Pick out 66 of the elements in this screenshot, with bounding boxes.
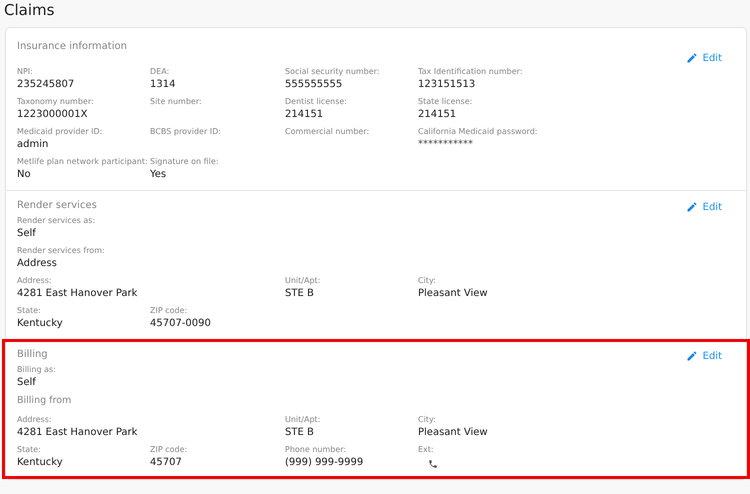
field-label: DEA: <box>150 66 170 78</box>
field-label: Address: <box>17 275 53 287</box>
section-title: Render services <box>17 199 97 213</box>
pencil-icon <box>686 52 698 64</box>
field-label: Dentist license: <box>285 96 348 108</box>
field-value: 4281 East Hanover Park <box>17 426 138 440</box>
edit-button[interactable]: Edit <box>686 350 734 362</box>
field-label: Ext: <box>418 444 435 456</box>
field-label: BCBS provider ID: <box>150 126 222 138</box>
field-value: No <box>17 168 32 182</box>
field-value: Pleasant View <box>418 426 489 440</box>
field-label: State: <box>17 305 42 317</box>
field-value: Self <box>17 227 37 241</box>
field-label: Medicaid provider ID: <box>17 126 104 138</box>
field-label: Metlife plan network participant: <box>17 156 149 168</box>
field-label: City: <box>418 414 437 426</box>
field-value: Self <box>17 376 37 390</box>
edit-button[interactable]: Edit <box>686 201 734 213</box>
field-label: Phone number: <box>285 444 348 456</box>
field-label: Render services as: <box>17 215 96 227</box>
field-label: City: <box>418 275 437 287</box>
field-value: 4281 East Hanover Park <box>17 287 138 301</box>
edit-button[interactable]: Edit <box>686 52 734 64</box>
field-value: 45707 <box>150 456 183 470</box>
field-label: ZIP code: <box>150 305 188 317</box>
field-value: Yes <box>150 168 168 182</box>
field-label: State: <box>17 444 42 456</box>
field-value: STE B <box>285 287 315 301</box>
field-value: 235245807 <box>17 78 76 92</box>
pencil-icon <box>686 201 698 213</box>
field-value: 214151 <box>418 108 458 122</box>
subsection-title: Billing from <box>17 394 72 408</box>
field-value: 555555555 <box>285 78 344 92</box>
field-value: Kentucky <box>17 317 64 331</box>
phone-icon <box>428 459 438 469</box>
field-label: Social security number: <box>285 66 381 78</box>
page-title: Claims <box>3 1 56 21</box>
field-value: 1223000001X <box>17 108 88 122</box>
field-label: State license: <box>418 96 474 108</box>
field-label: Billing as: <box>17 364 57 376</box>
pencil-icon <box>686 350 698 362</box>
field-label: California Medicaid password: <box>418 126 538 138</box>
field-label: Commercial number: <box>285 126 370 138</box>
field-value: 214151 <box>285 108 324 122</box>
field-label: Unit/Apt: <box>285 275 322 287</box>
field-value: (999) 999-9999 <box>285 456 364 470</box>
field-label: ZIP code: <box>150 444 188 456</box>
field-value: 123151513 <box>418 78 476 92</box>
field-label: Tax Identification number: <box>418 66 524 78</box>
section-title: Insurance information <box>17 40 127 54</box>
field-label: Render services from: <box>17 245 106 257</box>
field-value: *********** <box>418 138 474 152</box>
field-label: Address: <box>17 414 53 426</box>
field-label: Unit/Apt: <box>285 414 322 426</box>
field-value: Kentucky <box>17 456 64 470</box>
field-label: NPI: <box>17 66 34 78</box>
field-value: 45707-0090 <box>150 317 212 331</box>
field-value: Pleasant View <box>418 287 489 301</box>
field-label: Taxonomy number: <box>17 96 95 108</box>
field-label: Site number: <box>150 96 203 108</box>
field-value: admin <box>17 138 50 152</box>
field-value: Address <box>17 257 58 271</box>
field-label: Signature on file: <box>150 156 220 168</box>
field-value: STE B <box>285 426 315 440</box>
field-value: 1314 <box>150 78 176 92</box>
section-title: Billing <box>17 348 48 362</box>
